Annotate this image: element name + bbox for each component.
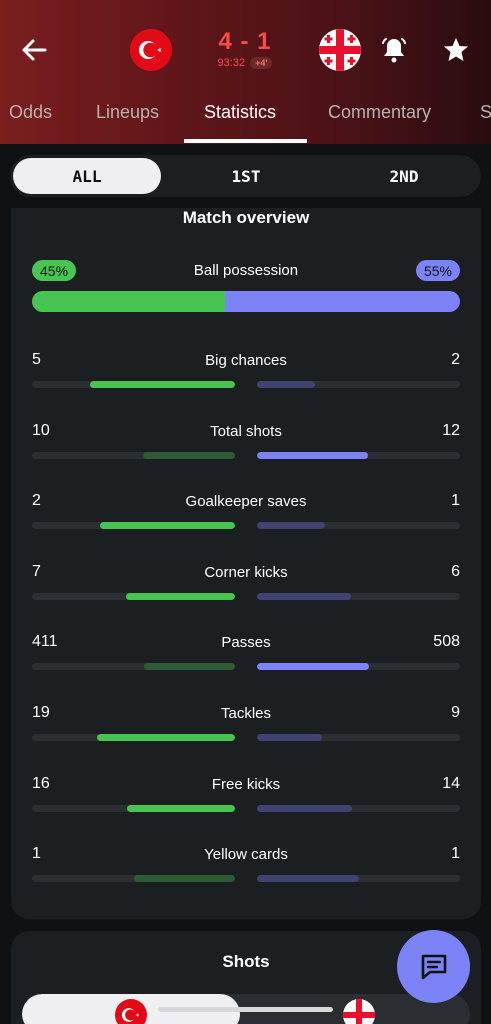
away-stat-track [257, 663, 460, 671]
notification-button[interactable] [374, 30, 414, 70]
away-stat-bar [257, 804, 352, 812]
stat-row: 1 Yellow cards 1 [32, 845, 460, 885]
stat-row: 7 Corner kicks 6 [32, 563, 460, 603]
stat-row: 16 Free kicks 14 [32, 775, 460, 815]
home-stat-track [32, 592, 235, 600]
stat-label: Goalkeeper saves [185, 493, 307, 511]
home-indicator[interactable] [158, 1007, 333, 1012]
away-stat-track [257, 592, 460, 600]
stat-label: Passes [221, 634, 271, 652]
away-stat-value: 14 [442, 774, 460, 792]
bell-icon [382, 38, 406, 63]
possession-label: Ball possession [193, 262, 299, 279]
home-stat-bar [142, 451, 235, 459]
chat-button[interactable] [397, 930, 470, 1003]
chat-icon [421, 954, 446, 979]
away-stat-track [257, 522, 460, 530]
star-icon [444, 38, 468, 61]
period-all[interactable]: ALL [13, 158, 161, 194]
tab-statistics[interactable]: Statistics [204, 102, 276, 123]
away-possession-fill [224, 291, 460, 312]
possession-row: 45% Ball possession 55% [32, 260, 460, 282]
stat-row: 10 Total shots 12 [32, 422, 460, 462]
home-stat-bar [126, 804, 235, 812]
match-overview-card: Match overview 45% Ball possession 55% 5… [11, 208, 481, 919]
stat-row: 19 Tackles 9 [32, 704, 460, 744]
away-stat-bar [257, 734, 323, 741]
stat-row: 411 Passes 508 [32, 633, 460, 673]
home-stat-bar [125, 592, 235, 600]
clock-value: 93:32 [217, 57, 246, 69]
stat-label: Free kicks [211, 775, 281, 793]
stat-label: Yellow cards [204, 846, 288, 864]
home-stat-track [32, 381, 235, 388]
away-stat-bar [257, 451, 368, 459]
match-header: 4 - 1 93:32 +4' Odds Lineups Statistics … [0, 0, 491, 144]
away-stat-bar [257, 522, 325, 530]
away-stat-value: 12 [442, 421, 460, 439]
away-stat-value: 1 [451, 492, 460, 510]
stat-label: Corner kicks [204, 563, 288, 581]
away-stat-track [257, 734, 460, 741]
tab-bar: Odds Lineups Statistics Commentary S [0, 96, 491, 144]
home-stat-track [32, 663, 235, 671]
tab-odds[interactable]: Odds [9, 102, 52, 123]
period-selector: ALL 1ST 2ND [10, 155, 481, 197]
tab-more[interactable]: S [480, 102, 491, 123]
away-stat-track [257, 875, 460, 883]
shots-away-flag[interactable] [343, 999, 375, 1024]
away-stat-track [257, 804, 460, 812]
stat-row: 5 Big chances 2 [32, 351, 460, 391]
away-stat-value: 6 [451, 562, 460, 580]
stat-row: 2 Goalkeeper saves 1 [32, 492, 460, 532]
back-arrow-icon [22, 39, 47, 61]
home-possession-fill [32, 291, 225, 312]
away-stat-value: 1 [451, 845, 460, 863]
away-stat-bar [257, 875, 359, 883]
away-stat-bar [257, 592, 351, 600]
match-score: 4 - 1 [218, 28, 272, 55]
active-tab-indicator [184, 139, 307, 143]
home-stat-bar [97, 734, 235, 741]
home-stat-track [32, 734, 235, 741]
home-stat-track [32, 804, 235, 812]
tab-commentary[interactable]: Commentary [328, 102, 431, 123]
away-stat-value: 9 [451, 704, 460, 721]
stat-label: Total shots [210, 422, 282, 440]
georgia-flag-icon [319, 29, 361, 71]
home-stat-track [32, 451, 235, 459]
home-stat-bar [90, 381, 235, 388]
away-stat-value: 508 [433, 633, 460, 651]
away-stat-bar [257, 381, 315, 388]
stat-label: Big chances [205, 352, 287, 369]
turkey-flag-icon [115, 999, 147, 1024]
away-team-flag[interactable] [319, 29, 361, 71]
match-clock: 93:32 +4' [205, 57, 285, 69]
favorite-button[interactable] [436, 30, 476, 70]
away-possession-badge: 55% [415, 260, 460, 281]
possession-bar [32, 291, 460, 312]
away-stat-track [257, 451, 460, 459]
turkey-flag-icon [130, 29, 172, 71]
georgia-flag-icon [343, 999, 375, 1024]
shots-home-flag [115, 999, 147, 1024]
home-team-flag[interactable] [130, 29, 172, 71]
added-time-badge: +4' [250, 57, 273, 69]
away-stat-bar [257, 663, 370, 671]
tab-lineups[interactable]: Lineups [96, 102, 159, 123]
back-button[interactable] [14, 30, 54, 70]
period-second-half[interactable]: 2ND [330, 158, 478, 194]
stat-label: Tackles [220, 705, 272, 722]
home-stat-track [32, 875, 235, 883]
home-stat-track [32, 522, 235, 530]
home-stat-bar [133, 875, 235, 883]
overview-title: Match overview [182, 208, 310, 227]
period-first-half[interactable]: 1ST [172, 158, 320, 194]
away-stat-value: 2 [451, 351, 460, 368]
home-stat-bar [99, 522, 235, 530]
home-stat-bar [144, 663, 235, 671]
away-stat-track [257, 381, 460, 388]
